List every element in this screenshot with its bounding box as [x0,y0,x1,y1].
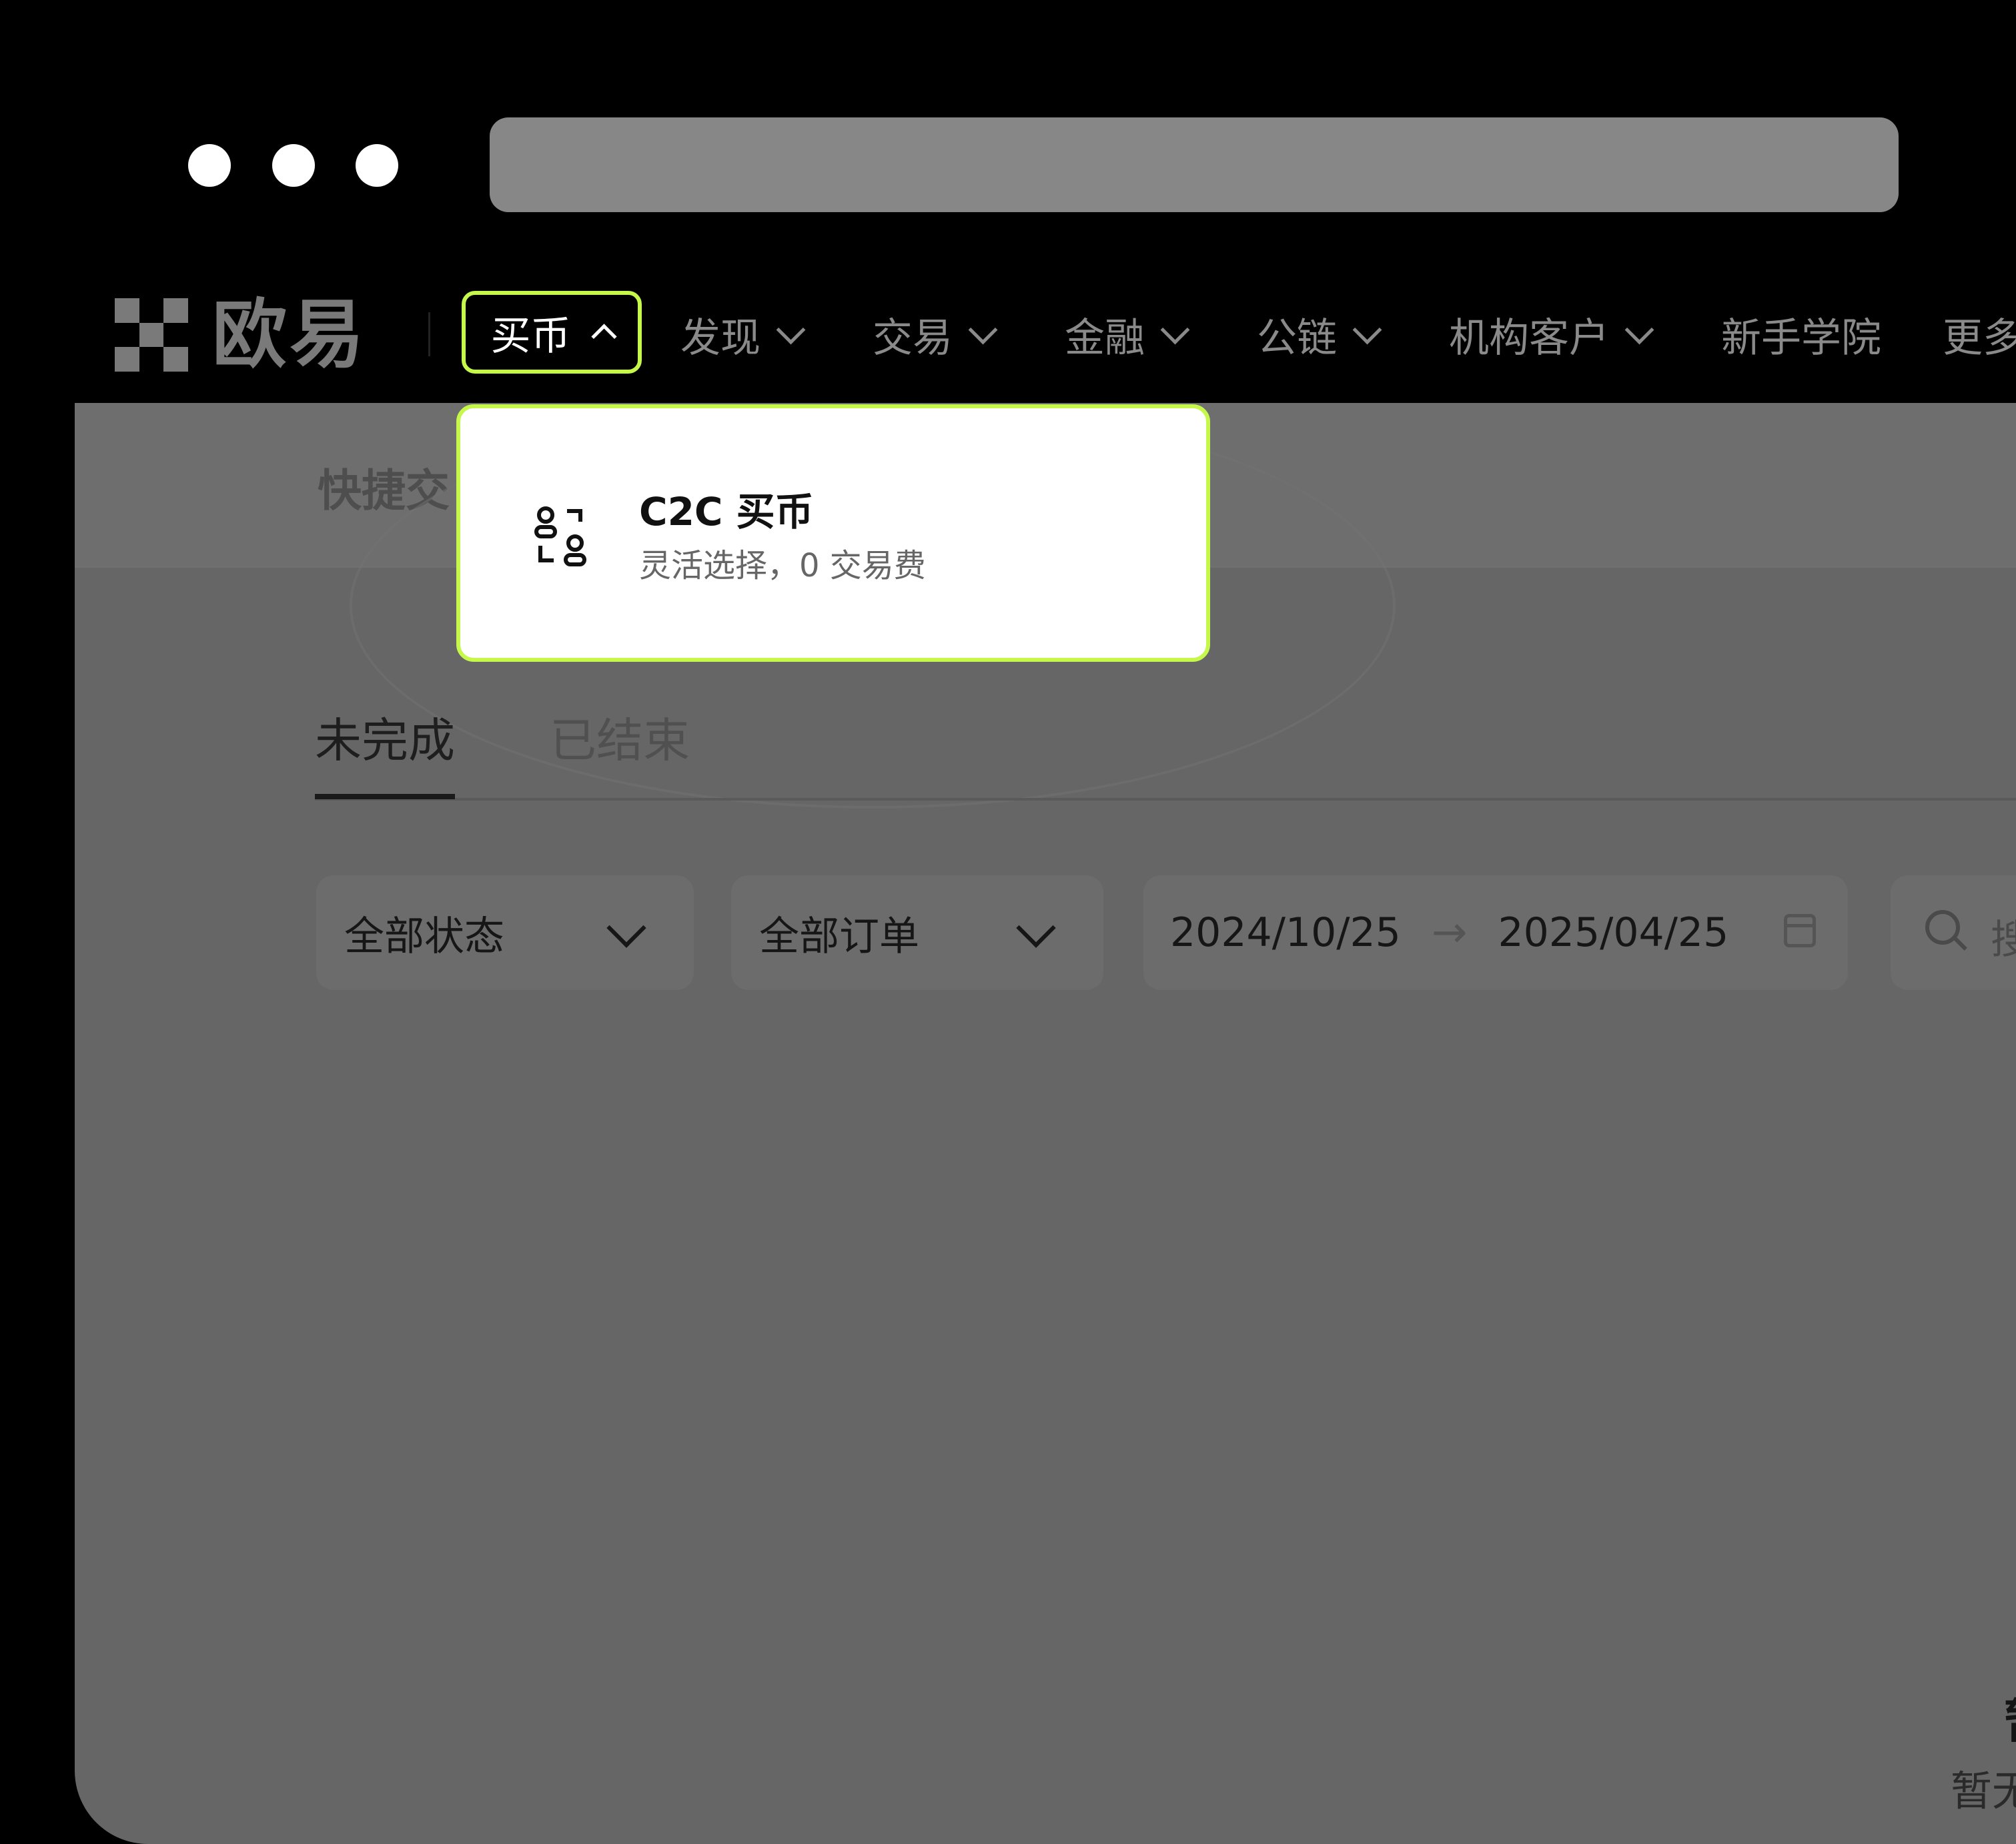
order-filter-select[interactable]: 全部订单 [731,875,1103,990]
tabs-divider [315,798,2016,801]
date-from[interactable]: 2024/10/25 [1170,909,1401,956]
chevron-down-icon [1016,908,1056,948]
brand-logo[interactable]: 欧易 [115,298,367,372]
chevron-down-icon [1160,315,1190,344]
buy-dropdown-menu[interactable]: C2C 买币 灵活选择，0 交易费 [456,404,1210,662]
nav-item-institutional[interactable]: 机构客户 [1449,308,1654,362]
nav-item-label: 机构客户 [1449,314,1609,362]
window-control-dot-1[interactable] [188,144,231,187]
nav-item-discover[interactable]: 发现 [680,308,806,362]
empty-state-title: 暂 [2004,1684,2016,1751]
chevron-down-icon [1624,315,1654,344]
tab-finished[interactable]: 已结束 [550,703,690,771]
nav-item-more[interactable]: 更多 [1943,308,2016,362]
chevron-down-icon [776,315,806,344]
logo-mark-icon [115,298,188,372]
nav-item-label: 发现 [680,314,761,362]
chevron-up-icon [590,323,617,350]
calendar-icon[interactable] [1784,914,1816,947]
c2c-buy-subtitle: 灵活选择，0 交易费 [639,547,926,584]
search-placeholder: 搜 [1991,917,2016,963]
nav-item-label: 交易 [873,314,953,362]
date-to[interactable]: 2025/04/25 [1498,909,1728,956]
chevron-down-icon [968,315,998,344]
nav-item-finance[interactable]: 金融 [1065,308,1190,362]
chevron-down-icon [606,908,646,948]
tab-pending[interactable]: 未完成 [315,703,455,771]
nav-item-chain[interactable]: 公链 [1257,308,1382,362]
active-tab-indicator [315,794,455,799]
status-filter-value: 全部状态 [344,913,504,960]
nav-divider [428,312,430,356]
c2c-users-icon [534,506,586,566]
nav-buy-label: 买币 [490,312,571,360]
nav-item-label: 金融 [1065,314,1145,362]
order-filter-value: 全部订单 [759,913,919,960]
empty-state-text: 暂无 [1951,1767,2016,1815]
nav-item-label: 更多 [1943,314,2016,362]
date-range-picker[interactable]: 2024/10/25 → 2025/04/25 [1143,875,1848,990]
window-control-dot-3[interactable] [356,144,398,187]
status-filter-select[interactable]: 全部状态 [316,875,694,990]
window-control-dot-2[interactable] [272,144,315,187]
address-bar[interactable] [490,117,1899,212]
c2c-buy-title[interactable]: C2C 买币 [639,480,814,536]
search-input[interactable]: 搜 [1891,875,2016,990]
search-icon [1925,910,1960,945]
nav-buy-button[interactable]: 买币 [462,291,642,374]
arrow-right-icon: → [1431,908,1468,957]
brand-name: 欧易 [212,292,367,378]
nav-item-label: 公链 [1257,314,1337,362]
nav-item-trade[interactable]: 交易 [873,308,998,362]
chevron-down-icon [1352,315,1382,344]
empty-state-icon [1975,1470,2016,1644]
nav-item-label: 新手学院 [1721,314,1881,362]
nav-item-academy[interactable]: 新手学院 [1721,308,1881,362]
